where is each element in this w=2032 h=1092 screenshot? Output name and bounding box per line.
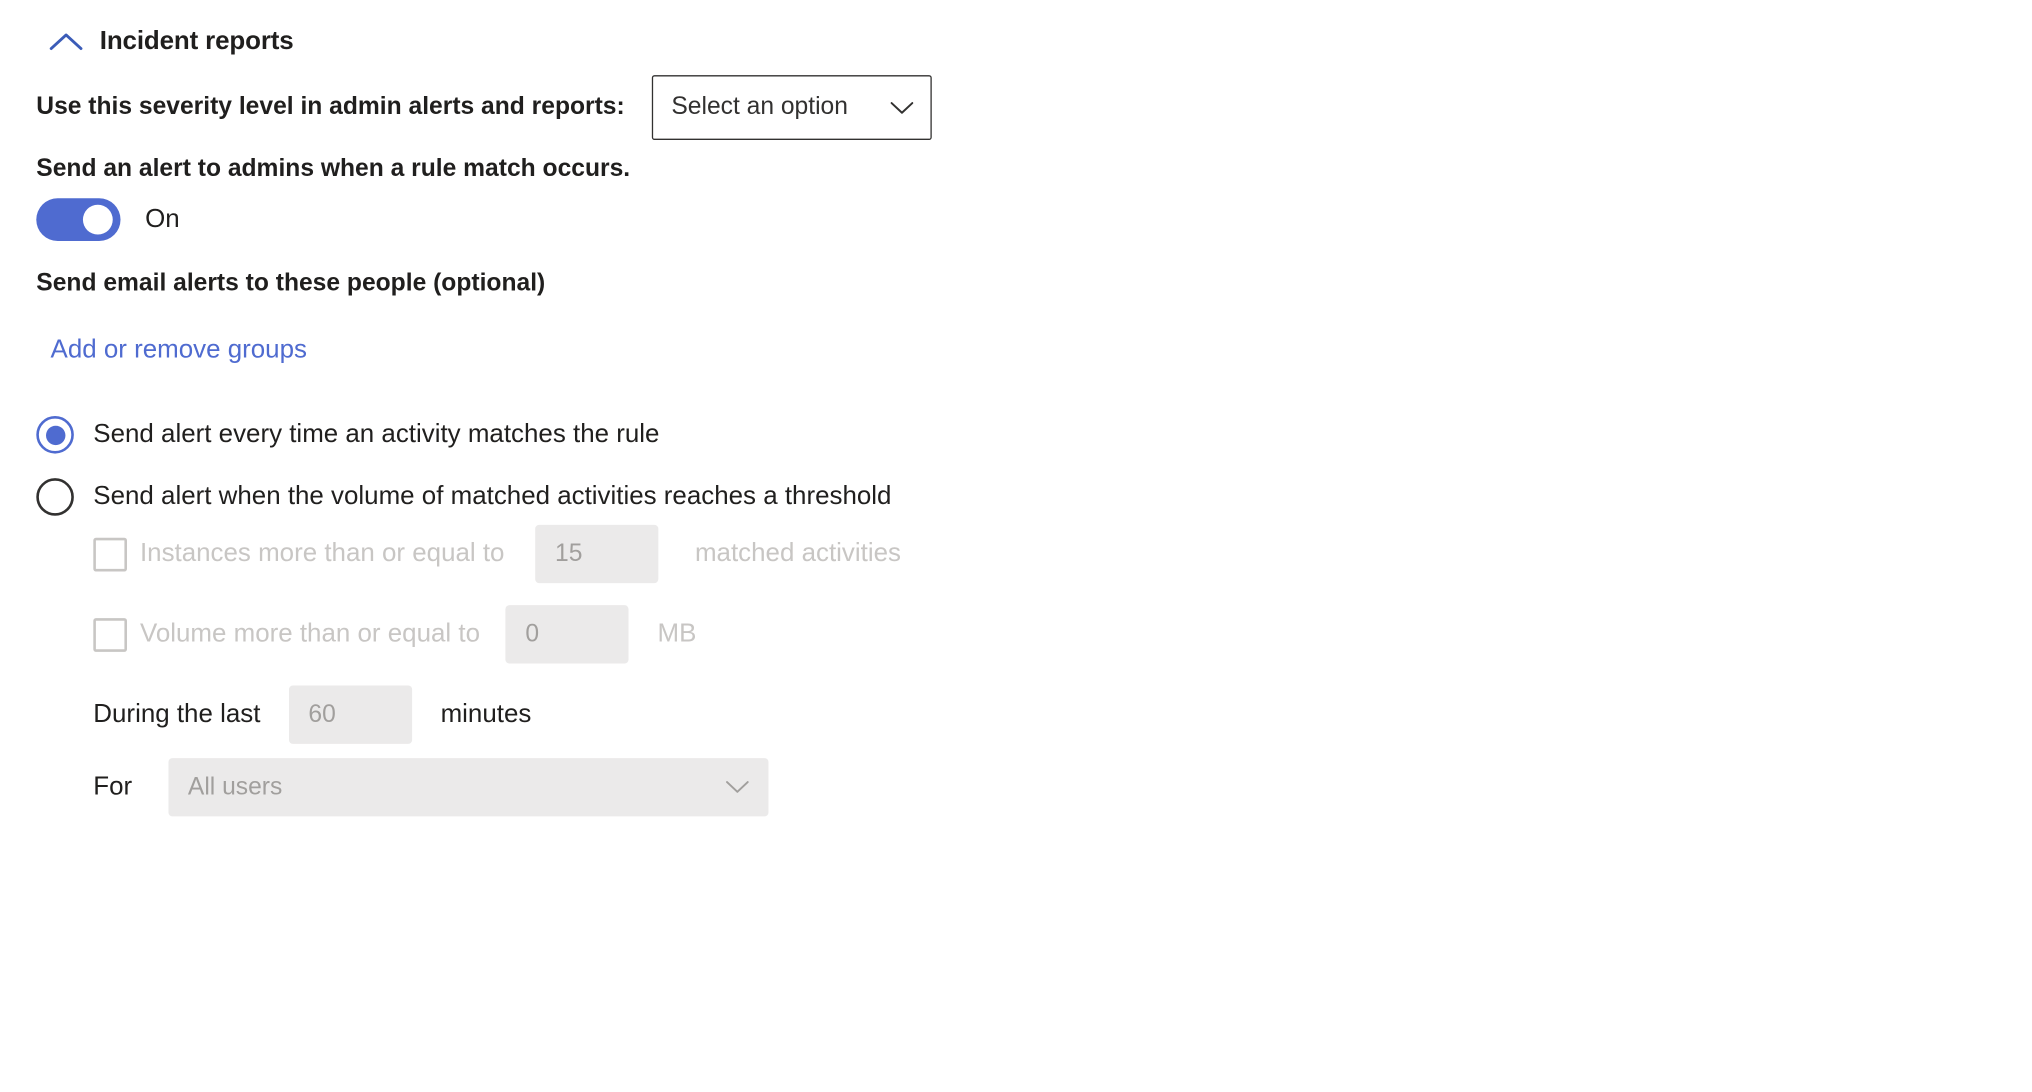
admin-alert-toggle-state: On <box>145 204 180 234</box>
scope-dropdown[interactable]: All users <box>168 758 769 817</box>
radio-button-selected[interactable] <box>36 415 74 454</box>
add-or-remove-groups-link[interactable]: Add or remove groups <box>51 336 307 366</box>
incident-reports-page: Incident reports Use this severity level… <box>0 0 2032 1092</box>
checkbox-instances-label: Instances more than or equal to <box>139 539 505 568</box>
severity-level-dropdown[interactable]: Select an option <box>651 75 932 140</box>
radio-option-threshold[interactable]: Send alert when the volume of matched ac… <box>36 478 891 516</box>
volume-suffix-label: MB <box>657 619 697 648</box>
duration-suffix-label: minutes <box>440 699 532 729</box>
incident-reports-canvas: Incident reports Use this severity level… <box>0 0 2032 843</box>
severity-level-value: Select an option <box>671 93 848 121</box>
section-header[interactable]: Incident reports <box>49 27 294 56</box>
duration-value: 60 <box>308 700 336 728</box>
admin-alert-toggle[interactable] <box>36 198 121 242</box>
admin-alert-toggle-row[interactable]: On <box>36 198 180 242</box>
checkbox-volume[interactable] <box>93 617 127 652</box>
severity-level-row: Use this severity level in admin alerts … <box>36 75 932 140</box>
threshold-scope-row: For All users <box>93 758 769 817</box>
radio-option-every-time-label: Send alert every time an activity matche… <box>93 419 660 449</box>
threshold-duration-row: During the last 60 minutes <box>93 685 532 744</box>
scope-prefix-label: For <box>93 772 133 801</box>
radio-button-unselected[interactable] <box>36 478 74 516</box>
email-alerts-label: Send email alerts to these people (optio… <box>36 269 546 297</box>
volume-value-input[interactable]: 0 <box>505 605 630 664</box>
checkbox-instances[interactable] <box>93 537 127 571</box>
radio-option-threshold-label: Send alert when the volume of matched ac… <box>93 482 892 511</box>
chevron-down-icon <box>726 780 749 794</box>
volume-value: 0 <box>525 620 540 648</box>
severity-level-label: Use this severity level in admin alerts … <box>36 93 625 121</box>
instances-value-input[interactable]: 15 <box>535 524 659 584</box>
instances-suffix-label: matched activities <box>694 539 901 568</box>
radio-option-every-time[interactable]: Send alert every time an activity matche… <box>36 415 660 454</box>
threshold-instances-row: Instances more than or equal to 15 match… <box>93 524 901 584</box>
admin-alert-label: Send an alert to admins when a rule matc… <box>36 155 631 183</box>
duration-value-input[interactable]: 60 <box>288 685 413 744</box>
chevron-down-icon <box>890 100 914 114</box>
toggle-knob <box>82 204 113 235</box>
duration-prefix-label: During the last <box>93 699 261 729</box>
instances-value: 15 <box>555 539 583 567</box>
threshold-volume-row: Volume more than or equal to 0 MB <box>93 605 697 664</box>
scope-value: All users <box>187 773 283 801</box>
chevron-up-icon[interactable] <box>49 31 83 52</box>
page-title: Incident reports <box>99 27 294 56</box>
checkbox-volume-label: Volume more than or equal to <box>139 619 480 648</box>
